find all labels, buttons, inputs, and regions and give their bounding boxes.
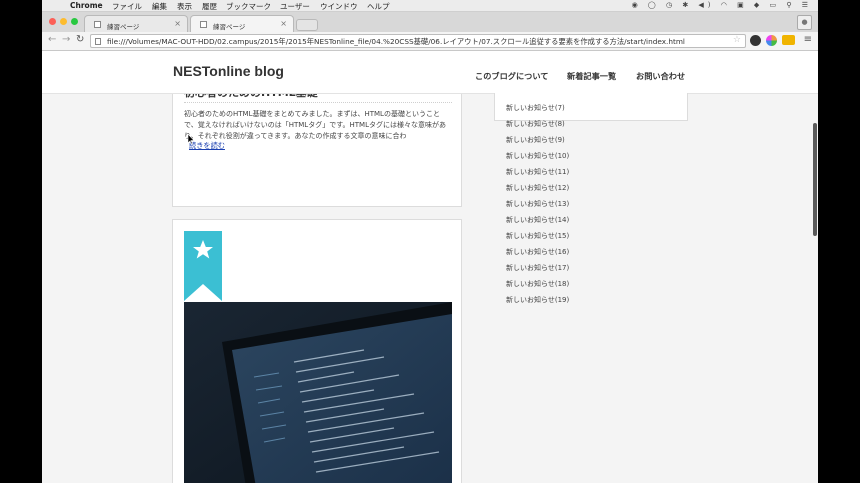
zoom-window-button[interactable] (71, 18, 78, 25)
sidebar-news-link[interactable]: 新しいお知らせ(7) (506, 103, 565, 113)
browser-toolbar: ← → ↻ file:///Volumes/MAC-OUT-HDD/02.cam… (42, 32, 818, 51)
page-favicon-icon (94, 21, 101, 28)
tab-2-label: 練習ページ (213, 23, 246, 31)
divider (184, 102, 452, 103)
menu-user[interactable]: ユーザー (280, 1, 310, 12)
menu-history[interactable]: 履歴 (202, 1, 217, 12)
sidebar-news-link[interactable]: 新しいお知らせ(19) (506, 295, 569, 305)
sidebar-news-link[interactable]: 新しいお知らせ(14) (506, 215, 569, 225)
web-page: 初心者のためのHTML基礎 初心者のためのHTML基礎をまとめてみました。まずは… (42, 51, 818, 483)
nav-new-articles[interactable]: 新着記事一覧 (567, 70, 616, 82)
folder-extension-icon[interactable] (782, 35, 795, 45)
sidebar-news-link[interactable]: 新しいお知らせ(13) (506, 199, 569, 209)
menu-bookmarks[interactable]: ブックマーク (226, 1, 271, 12)
sidebar-news-link[interactable]: 新しいお知らせ(8) (506, 119, 565, 129)
nav-contact[interactable]: お問い合わせ (636, 70, 685, 82)
mouse-cursor-icon (188, 134, 194, 144)
bookmark-ribbon-icon (184, 231, 222, 301)
menu-edit[interactable]: 編集 (152, 1, 167, 12)
menu-view[interactable]: 表示 (177, 1, 192, 12)
menu-file[interactable]: ファイル (112, 1, 142, 12)
close-tab-icon[interactable]: × (280, 19, 287, 28)
menu-icon[interactable]: ≡ (804, 34, 812, 45)
url-text: file:///Volumes/MAC-OUT-HDD/02.campus/20… (107, 37, 685, 46)
extension-icon[interactable] (750, 35, 761, 46)
new-tab-button[interactable] (296, 19, 318, 31)
article-excerpt: 初心者のためのHTML基礎をまとめてみました。まずは、HTMLの基礎ということで… (184, 110, 446, 140)
color-extension-icon[interactable] (766, 35, 777, 46)
status-icons: ◉ ◯ ◷ ✱ ◀) ◠ ▣ ◆ ▭ ⚲ ☰ (631, 1, 812, 9)
sidebar-news-link[interactable]: 新しいお知らせ(18) (506, 279, 569, 289)
read-more-link[interactable]: 続きを読む (189, 141, 225, 151)
tab-strip: 練習ページ × 練習ページ × ● (42, 12, 818, 32)
tab-1-label: 練習ページ (107, 23, 140, 31)
desktop-screen: Chrome ファイル 編集 表示 履歴 ブックマーク ユーザー ウインドウ ヘ… (42, 0, 818, 483)
reload-icon[interactable]: ↻ (76, 34, 84, 45)
mac-menubar: Chrome ファイル 編集 表示 履歴 ブックマーク ユーザー ウインドウ ヘ… (42, 0, 818, 12)
close-window-button[interactable] (49, 18, 56, 25)
sidebar-news-link[interactable]: 新しいお知らせ(16) (506, 247, 569, 257)
menu-app-name[interactable]: Chrome (70, 1, 103, 10)
minimize-window-button[interactable] (60, 18, 67, 25)
menu-window[interactable]: ウインドウ (320, 1, 358, 12)
nav-about[interactable]: このブログについて (475, 70, 548, 82)
bookmark-star-icon[interactable]: ☆ (733, 35, 741, 45)
address-bar[interactable]: file:///Volumes/MAC-OUT-HDD/02.campus/20… (90, 34, 746, 48)
sidebar-news-link[interactable]: 新しいお知らせ(15) (506, 231, 569, 241)
sidebar-news-link[interactable]: 新しいお知らせ(17) (506, 263, 569, 273)
article-card (172, 219, 462, 483)
close-tab-icon[interactable]: × (174, 19, 181, 28)
tab-2[interactable]: 練習ページ × (190, 15, 294, 32)
site-header: NESTonline blog このブログについて 新着記事一覧 お問い合わせ (42, 51, 818, 94)
sidebar-news-link[interactable]: 新しいお知らせ(12) (506, 183, 569, 193)
back-icon[interactable]: ← (48, 34, 56, 45)
sidebar-news-link[interactable]: 新しいお知らせ(9) (506, 135, 565, 145)
forward-icon[interactable]: → (62, 34, 70, 45)
menu-help[interactable]: ヘルプ (367, 1, 390, 12)
page-icon (95, 38, 101, 45)
profile-icon[interactable]: ● (797, 15, 812, 30)
sidebar-news-link[interactable]: 新しいお知らせ(11) (506, 167, 569, 177)
sidebar-news-link[interactable]: 新しいお知らせ(10) (506, 151, 569, 161)
monitor-code-image (184, 302, 452, 483)
page-scrollbar[interactable] (813, 123, 817, 236)
page-favicon-icon (200, 21, 207, 28)
site-logo[interactable]: NESTonline blog (173, 63, 284, 79)
tab-1[interactable]: 練習ページ × (84, 15, 188, 32)
article-photo (184, 302, 452, 483)
